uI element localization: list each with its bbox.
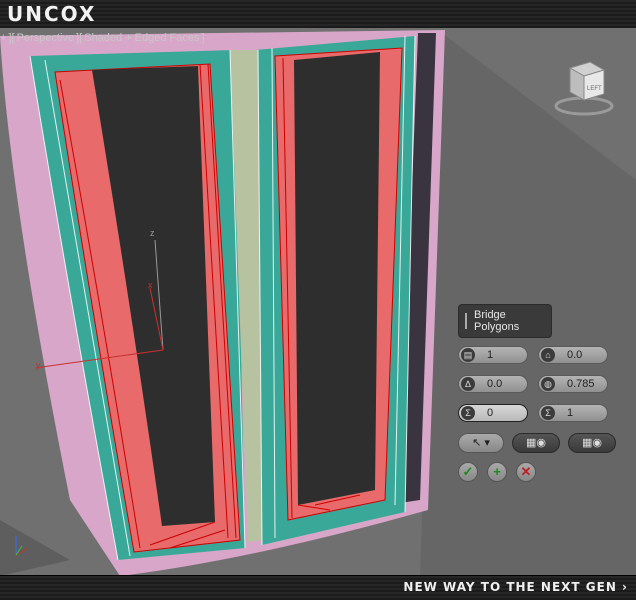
- taper-value: 0.0: [567, 349, 583, 361]
- segments-value: 1: [487, 349, 494, 361]
- pick-polygon-2-icon: ▦◉: [582, 437, 602, 449]
- viewport-bracket: ][: [76, 32, 83, 44]
- smooth-value: 0.785: [567, 378, 595, 390]
- smooth-icon: ◍: [541, 377, 555, 391]
- caddy-title-label: Bridge Polygons: [474, 309, 520, 333]
- twist-2-icon: Σ: [541, 406, 555, 420]
- twist-2-field[interactable]: Σ 1: [538, 404, 608, 422]
- bias-icon: ∆: [461, 377, 475, 391]
- viewport-mode-perspective[interactable]: Perspective: [17, 32, 74, 44]
- footer-bar: NEW WAY TO THE NEXT GEN ›: [0, 575, 636, 600]
- pick-polygon-1-icon: ▦◉: [526, 437, 546, 449]
- bias-field[interactable]: ∆ 0.0: [458, 375, 528, 393]
- taper-icon: ⌂: [541, 348, 555, 362]
- check-icon: ✓: [462, 464, 474, 479]
- caddy-title: Bridge Polygons: [458, 304, 552, 338]
- segments-field[interactable]: ▤ 1: [458, 346, 528, 364]
- viewport-shading[interactable]: Shaded + Edged Faces: [84, 32, 199, 44]
- title-bar: UNCOX: [0, 0, 636, 29]
- viewport-bracket: ]: [201, 32, 205, 44]
- scene-geometry[interactable]: z x y: [0, 28, 636, 576]
- caddy-title-marker: [465, 313, 467, 329]
- footer-tagline[interactable]: NEW WAY TO THE NEXT GEN ›: [403, 580, 628, 594]
- twist-1-icon: Σ: [461, 406, 475, 420]
- perspective-viewport[interactable]: z x y +][Perspective][Shaded + Edged Fac…: [0, 28, 636, 576]
- pick-polygon-1-button[interactable]: ▦◉: [512, 433, 560, 453]
- chevron-down-icon: ▾: [484, 437, 490, 449]
- gizmo-y-label: y: [36, 360, 41, 370]
- gizmo-x-label: x: [148, 280, 153, 290]
- cancel-button[interactable]: ✕: [516, 462, 536, 482]
- bias-value: 0.0: [487, 378, 503, 390]
- gizmo-z-label: z: [150, 228, 155, 238]
- viewcube-face-label: LEFT: [587, 86, 602, 92]
- pick-polygon-2-button[interactable]: ▦◉: [568, 433, 616, 453]
- twist-2-value: 1: [567, 407, 574, 419]
- viewcube[interactable]: LEFT: [552, 58, 616, 118]
- viewport-bracket: ][: [8, 32, 15, 44]
- smooth-field[interactable]: ◍ 0.785: [538, 375, 608, 393]
- apply-button[interactable]: +: [487, 462, 507, 482]
- logo: UNCOX: [7, 2, 97, 26]
- viewport-label[interactable]: +][Perspective][Shaded + Edged Faces]: [0, 32, 207, 44]
- right-opening: [294, 52, 380, 505]
- cursor-icon: ↖: [472, 437, 482, 449]
- pick-edge-dropdown[interactable]: ↖ ▾: [458, 433, 504, 453]
- plus-icon: +: [493, 464, 501, 479]
- twist-1-value: 0: [487, 407, 494, 419]
- taper-field[interactable]: ⌂ 0.0: [538, 346, 608, 364]
- segments-icon: ▤: [461, 348, 475, 362]
- viewport-menu-plus[interactable]: +: [0, 32, 6, 44]
- ok-button[interactable]: ✓: [458, 462, 478, 482]
- twist-1-field[interactable]: Σ 0: [458, 404, 528, 422]
- close-icon: ✕: [520, 464, 532, 479]
